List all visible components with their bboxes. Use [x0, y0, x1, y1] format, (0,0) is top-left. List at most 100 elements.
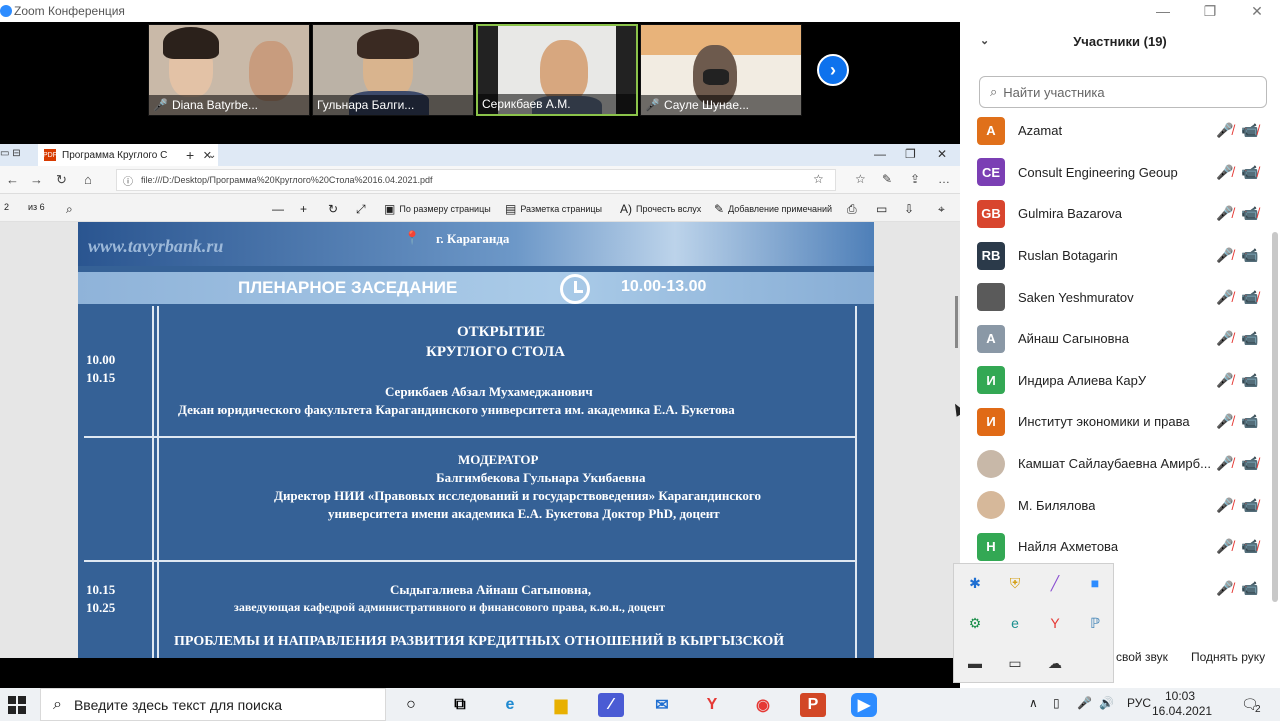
pin-icon[interactable]: ⌖	[938, 202, 949, 217]
mail-icon[interactable]: ✉	[649, 693, 675, 717]
participant-row[interactable]: И Индира Алиева КарУ 🎤̸ 📹	[960, 360, 1270, 402]
yandex-browser-icon[interactable]: Y	[699, 693, 725, 717]
powerpoint-icon[interactable]: P	[800, 693, 826, 717]
mute-button[interactable]: свой звук	[1116, 650, 1168, 664]
participant-name: Azamat	[1018, 123, 1063, 139]
save-icon[interactable]: ▭	[876, 202, 891, 216]
zoom-app-icon[interactable]: ▶	[851, 693, 877, 717]
moderator-role: Директор НИИ «Правовых исследований и го…	[274, 488, 761, 503]
participant-row[interactable]: Камшат Сайлаубаевна Амирб... 🎤̸ 📹̸	[960, 443, 1270, 485]
participant-row[interactable]: A Azamat 🎤̸ 📹̸	[960, 110, 1270, 152]
tab-list-chevron-icon[interactable]: ⌄	[208, 150, 216, 161]
show-hidden-icons-chevron-icon[interactable]: ∧	[1029, 696, 1038, 710]
file-explorer-icon[interactable]: ▆	[548, 693, 574, 717]
participant-row[interactable]: GB Gulmira Bazarova 🎤̸ 📹̸	[960, 193, 1270, 235]
close-button[interactable]: ✕	[1234, 0, 1280, 22]
edge-tray-icon[interactable]: e	[1004, 612, 1026, 634]
participant-row[interactable]: И Институт экономики и права 🎤̸ 📹	[960, 401, 1270, 443]
fit-page-button[interactable]: ▣ По размеру страницы	[384, 202, 491, 216]
chrome-icon[interactable]: ◉	[750, 693, 776, 717]
participants-scrollbar[interactable]	[1272, 232, 1278, 602]
antivirus-tray-icon[interactable]: ℙ	[1084, 612, 1106, 634]
share-icon[interactable]: ⇪	[910, 172, 920, 186]
video-off-icon: 📹̸	[1241, 538, 1259, 555]
video-tile[interactable]: Гульнара Балги...	[312, 24, 474, 116]
pen-tray-icon[interactable]: ╱	[1044, 572, 1066, 594]
participant-row[interactable]: М. Билялова 🎤̸ 📹̸	[960, 484, 1270, 526]
participant-row[interactable]: Н Найля Ахметова 🎤̸ 📹̸	[960, 526, 1270, 568]
page-total: из 6	[28, 202, 45, 212]
browser-minimize-icon[interactable]: —	[874, 147, 886, 161]
video-off-icon: 📹̸	[1241, 163, 1259, 180]
favorites-icon[interactable]: ☆	[855, 172, 866, 186]
tab-actions-icon[interactable]: ▭ ⊟	[0, 148, 21, 159]
participant-row[interactable]: RB Ruslan Botagarin 🎤̸ 📹	[960, 235, 1270, 277]
next-page-chevron-icon[interactable]: ›	[817, 54, 849, 86]
app-tray-icon[interactable]: ⚙	[964, 612, 986, 634]
cloud-tray-icon[interactable]: ☁	[1044, 652, 1066, 674]
home-icon[interactable]: ⌂	[84, 172, 92, 187]
pen-icon[interactable]: ✎	[882, 172, 892, 186]
refresh-icon[interactable]: ↻	[56, 172, 67, 188]
pdf-viewport[interactable]: www.tavyrbank.ru 📍 г. Караганда ПЛЕНАРНО…	[0, 222, 960, 658]
print-icon[interactable]: ⎙	[847, 202, 861, 217]
rotate-icon[interactable]: ↻	[328, 202, 342, 216]
forward-icon[interactable]: →	[30, 172, 43, 187]
cortana-icon[interactable]: ○	[398, 693, 424, 717]
muted-mic-icon: 🎤	[153, 98, 168, 112]
avatar: Н	[977, 532, 1005, 561]
avatar: И	[977, 366, 1005, 395]
participant-row[interactable]: Saken Yeshmuratov 🎤̸ 📹̸	[960, 276, 1270, 318]
bluetooth-icon[interactable]: ✱	[964, 572, 986, 594]
language-indicator[interactable]: РУС	[1127, 696, 1151, 710]
favorite-star-icon[interactable]: ☆	[813, 172, 824, 186]
taskbar-search-input[interactable]: ⌕ Введите здесь текст для поиска	[40, 688, 386, 721]
pdf-scrollbar[interactable]	[955, 296, 958, 348]
windows-start-icon[interactable]	[8, 696, 26, 714]
maximize-button[interactable]: ❐	[1187, 0, 1233, 22]
yandex-tray-icon[interactable]: Y	[1044, 612, 1066, 634]
page-layout-button[interactable]: ▤ Разметка страницы	[505, 202, 602, 216]
participant-search-input[interactable]: ⌕ Найти участника	[979, 76, 1267, 108]
page-number-input[interactable]: 2	[4, 202, 9, 212]
browser-restore-icon[interactable]: ❐	[905, 147, 916, 161]
microphone-icon[interactable]: 🎤	[1077, 696, 1092, 710]
read-aloud-button[interactable]: A) Прочесть вслух	[620, 202, 701, 216]
zoom-tray-icon[interactable]: ■	[1084, 572, 1106, 594]
search-icon[interactable]: ⌕	[66, 202, 77, 217]
browser-close-icon[interactable]: ✕	[937, 147, 947, 161]
device-tray-icon[interactable]: ▬	[964, 652, 986, 674]
notification-count: 2	[1255, 704, 1261, 715]
participant-row[interactable]: А Айнаш Сагыновна 🎤̸ 📹	[960, 318, 1270, 360]
back-icon[interactable]: ←	[6, 172, 19, 187]
video-tile-active-speaker[interactable]: Серикбаев А.М.	[476, 24, 638, 116]
video-tile[interactable]: 🎤 Сауле Шунае...	[640, 24, 802, 116]
volume-icon[interactable]: 🔊	[1099, 696, 1114, 710]
system-clock[interactable]: 10:03 16.04.2021	[1152, 689, 1212, 719]
task-view-icon[interactable]: ⧉	[447, 693, 473, 717]
participant-name: 🎤 Diana Batyrbe...	[149, 95, 309, 115]
new-tab-icon[interactable]: +	[186, 147, 194, 163]
zoom-out-icon[interactable]: —	[272, 202, 288, 216]
collapse-chevron-icon[interactable]: ⌄	[980, 34, 989, 47]
avatar-image	[977, 449, 1005, 478]
fullscreen-icon[interactable]: ⤢	[356, 202, 370, 217]
save-as-icon[interactable]: ⇩	[904, 202, 918, 216]
time-start: 10.15	[86, 582, 116, 597]
annotate-button[interactable]: ✎ Добавление примечаний	[714, 202, 832, 216]
edge-browser-window: ▭ ⊟ PDF Программа Круглого С ✕ + ⌄ — ❐ ✕…	[0, 144, 960, 658]
edge-icon[interactable]: e	[497, 693, 523, 717]
battery-icon[interactable]: ▯	[1053, 696, 1060, 710]
participant-row[interactable]: CE Consult Engineering Geoup 🎤̸ 📹̸	[960, 152, 1270, 194]
app-icon[interactable]: ∕	[598, 693, 624, 717]
minimize-button[interactable]: —	[1140, 0, 1186, 22]
video-tile[interactable]: 🎤 Diana Batyrbe...	[148, 24, 310, 116]
raise-hand-button[interactable]: Поднять руку	[1191, 650, 1265, 664]
window-title: Zoom Конференция	[14, 4, 125, 18]
security-shield-icon[interactable]: ⛨	[1004, 572, 1026, 594]
display-tray-icon[interactable]: ▭	[1004, 652, 1026, 674]
more-icon[interactable]: …	[938, 172, 950, 186]
url-input[interactable]: ⓘ file:///D:/Desktop/Программа%20Круглог…	[116, 169, 836, 191]
address-bar: ← → ↻ ⌂ ⓘ file:///D:/Desktop/Программа%2…	[0, 166, 960, 194]
zoom-in-icon[interactable]: +	[300, 202, 311, 216]
